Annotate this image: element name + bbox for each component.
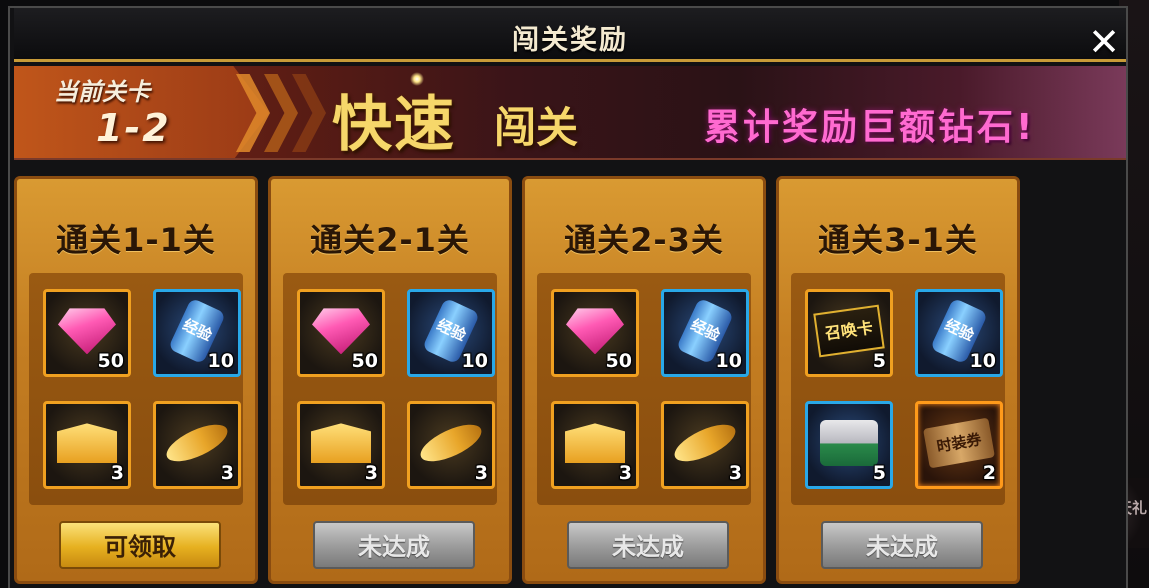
reward-quantity: 5 xyxy=(872,350,886,372)
reward-slot[interactable]: 3 xyxy=(551,401,639,489)
reward-card: 通关2-1关 50 经验 10 3 3 未达成 xyxy=(268,176,512,584)
diamond-icon xyxy=(312,308,370,355)
reward-quantity: 10 xyxy=(207,350,234,372)
gold-envelope-icon xyxy=(311,423,371,464)
headline-sub: 闯关 xyxy=(494,103,579,152)
reward-slot[interactable]: 经验 10 xyxy=(661,289,749,377)
reward-grid: 50 经验 10 3 3 xyxy=(537,273,751,505)
close-icon[interactable]: ✕ xyxy=(1082,20,1126,64)
reward-quantity: 10 xyxy=(461,350,488,372)
reward-card: 通关1-1关 50 经验 10 3 3 可领取 xyxy=(14,176,258,584)
reward-slot[interactable]: 3 xyxy=(153,401,241,489)
card-title: 通关3-1关 xyxy=(818,221,978,259)
reward-quantity: 10 xyxy=(715,350,742,372)
headline-main: 快速 xyxy=(332,90,456,160)
icon-text: 经验 xyxy=(688,315,723,345)
claim-button[interactable]: 可领取 xyxy=(59,521,221,569)
stage-banner: 当前关卡 1-2 快速 闯关 累计奖励巨额钻石! xyxy=(14,66,1126,160)
reward-slot[interactable]: 时装券 2 xyxy=(915,401,1003,489)
window-title: 闯关奖励 xyxy=(512,25,628,56)
icon-text: 时装券 xyxy=(935,430,983,457)
reward-slot[interactable]: 3 xyxy=(661,401,749,489)
reward-quantity: 50 xyxy=(97,350,124,372)
reward-card: 通关2-3关 50 经验 10 3 3 未达成 xyxy=(522,176,766,584)
reward-quantity: 3 xyxy=(364,462,378,484)
gold-envelope-icon xyxy=(57,423,117,464)
card-title: 通关2-1关 xyxy=(310,221,470,259)
reward-quantity: 3 xyxy=(220,462,234,484)
reward-slot[interactable]: 经验 10 xyxy=(407,289,495,377)
promo-text: 累计奖励巨额钻石! xyxy=(704,107,1036,148)
card-title: 通关2-3关 xyxy=(564,221,724,259)
reward-slot[interactable]: 50 xyxy=(551,289,639,377)
icon-text: 召唤卡 xyxy=(823,318,875,344)
icon-text: 经验 xyxy=(434,315,469,345)
chest-icon xyxy=(820,420,878,467)
card-title: 通关1-1关 xyxy=(56,221,216,259)
reward-slot[interactable]: 3 xyxy=(43,401,131,489)
reward-quantity: 3 xyxy=(618,462,632,484)
diamond-icon xyxy=(566,308,624,355)
reward-quantity: 3 xyxy=(110,462,124,484)
reward-slot[interactable]: 50 xyxy=(43,289,131,377)
reward-grid: 50 经验 10 3 3 xyxy=(29,273,243,505)
reward-grid: 50 经验 10 3 3 xyxy=(283,273,497,505)
gold-envelope-icon xyxy=(565,423,625,464)
icon-text: 经验 xyxy=(942,315,977,345)
reward-slot[interactable]: 召唤卡 5 xyxy=(805,289,893,377)
reward-slot[interactable]: 3 xyxy=(297,401,385,489)
reward-slot[interactable]: 3 xyxy=(407,401,495,489)
reward-quantity: 50 xyxy=(605,350,632,372)
reward-slot[interactable]: 经验 10 xyxy=(153,289,241,377)
reward-slot[interactable]: 5 xyxy=(805,401,893,489)
icon-text: 经验 xyxy=(180,315,215,345)
reward-slot[interactable]: 50 xyxy=(297,289,385,377)
reward-quantity: 10 xyxy=(969,350,996,372)
reward-quantity: 50 xyxy=(351,350,378,372)
not-achieved-button[interactable]: 未达成 xyxy=(313,521,475,569)
diamond-icon xyxy=(58,308,116,355)
reward-card: 通关3-1关召唤卡 5 经验 10 5 时装券 2 未达成 xyxy=(776,176,1020,584)
sparkle-icon xyxy=(410,72,424,86)
reward-quantity: 5 xyxy=(872,462,886,484)
reward-quantity: 3 xyxy=(728,462,742,484)
current-stage-value: 1-2 xyxy=(96,106,171,150)
current-stage-label: 当前关卡 xyxy=(54,78,150,106)
title-bar: 闯关奖励 ✕ xyxy=(14,8,1126,64)
reward-quantity: 2 xyxy=(982,462,996,484)
not-achieved-button[interactable]: 未达成 xyxy=(567,521,729,569)
not-achieved-button[interactable]: 未达成 xyxy=(821,521,983,569)
reward-slot[interactable]: 经验 10 xyxy=(915,289,1003,377)
reward-grid: 召唤卡 5 经验 10 5 时装券 2 xyxy=(791,273,1005,505)
reward-quantity: 3 xyxy=(474,462,488,484)
